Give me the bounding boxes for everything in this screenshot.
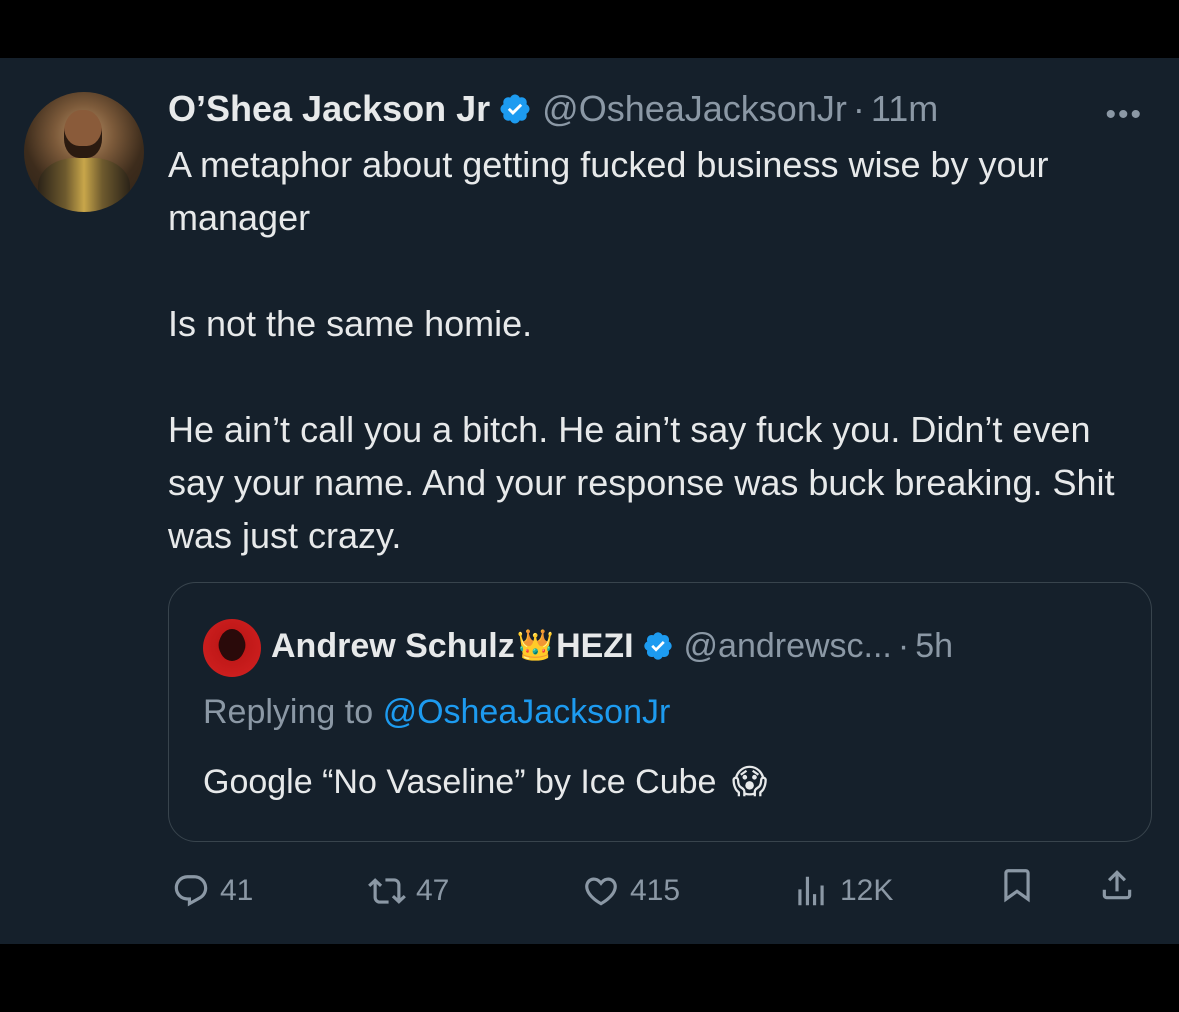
quoted-author-handle[interactable]: @andrewsc... [684, 623, 892, 669]
tweet-paragraph: He ain’t call you a bitch. He ain’t say … [168, 409, 1115, 556]
share-button[interactable] [1098, 866, 1146, 904]
replying-to-prefix: Replying to [203, 693, 374, 731]
repost-count: 47 [416, 874, 450, 907]
tweet-header: O’Shea Jackson Jr @OsheaJacksonJr · 11m [168, 86, 938, 132]
replying-to-line: Replying to @OsheaJacksonJr [203, 689, 670, 735]
author-avatar[interactable] [24, 92, 144, 212]
repost-icon [368, 878, 406, 904]
screaming-face-emoji-icon: 😱 [731, 763, 768, 801]
quoted-author-name[interactable]: Andrew Schulz [271, 623, 515, 669]
quoted-avatar-face [219, 629, 245, 661]
views-chart-icon [798, 876, 824, 906]
quoted-tweet-header: Andrew Schulz 👑 HEZI @andrewsc... · 5h [271, 623, 953, 669]
bookmark-button[interactable] [998, 866, 1046, 904]
quoted-tweet-text: Google “No Vaseline” by Ice Cube [203, 763, 717, 801]
tweet-actions-bar: 41 47 415 12K [168, 866, 1152, 916]
reply-button[interactable]: 41 [172, 866, 253, 916]
avatar-portrait-coat [38, 158, 130, 212]
more-options-icon[interactable]: ••• [1105, 98, 1143, 132]
quoted-tweet[interactable]: Andrew Schulz 👑 HEZI @andrewsc... · 5h R… [168, 582, 1152, 842]
quoted-header-separator: · [897, 627, 910, 665]
tweet-card[interactable]: O’Shea Jackson Jr @OsheaJacksonJr · 11m … [0, 58, 1179, 944]
views-button[interactable]: 12K [792, 866, 893, 916]
bookmark-icon [1004, 869, 1030, 903]
header-separator: · [852, 88, 865, 129]
share-icon [1102, 870, 1132, 900]
reply-count: 41 [220, 874, 254, 907]
quoted-tweet-text-line: Google “No Vaseline” by Ice Cube 😱 [203, 759, 767, 805]
author-handle[interactable]: @OsheaJacksonJr [542, 86, 847, 132]
views-count: 12K [840, 874, 894, 907]
repost-button[interactable]: 47 [368, 866, 449, 916]
avatar-portrait-face [64, 110, 102, 158]
reply-icon [174, 875, 208, 907]
bottom-black-bar [0, 944, 1179, 1012]
tweet-text: A metaphor about getting fucked business… [168, 138, 1148, 562]
like-button[interactable]: 415 [582, 866, 680, 916]
quoted-tweet-timestamp[interactable]: 5h [915, 623, 953, 669]
verified-badge-icon [500, 94, 530, 124]
heart-icon [585, 877, 617, 906]
author-name[interactable]: O’Shea Jackson Jr [168, 86, 490, 132]
tweet-paragraph: A metaphor about getting fucked business… [168, 144, 1049, 238]
replying-to-mention[interactable]: @OsheaJacksonJr [383, 693, 671, 731]
quoted-author-name-suffix[interactable]: HEZI [556, 623, 633, 669]
quoted-author-avatar[interactable] [203, 619, 261, 677]
crown-emoji-icon: 👑 [516, 629, 555, 662]
tweet-paragraph: Is not the same homie. [168, 303, 533, 344]
verified-badge-icon [643, 632, 672, 660]
tweet-timestamp[interactable]: 11m [871, 86, 938, 132]
like-count: 415 [630, 874, 681, 907]
